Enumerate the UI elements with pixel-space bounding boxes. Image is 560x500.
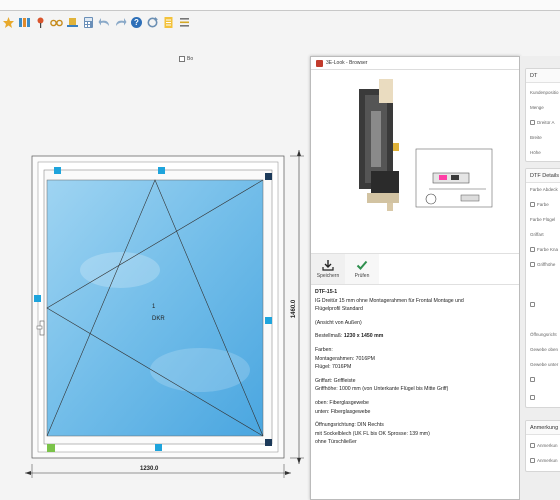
handle-field[interactable]: Griffart: [530, 232, 544, 237]
marker-bottom-left: [47, 444, 55, 452]
window-drawing[interactable]: 1230.0 1460.0 1 DKR: [0, 140, 310, 500]
checkbox-box[interactable]: [530, 247, 535, 252]
app-logo-icon: [316, 59, 323, 67]
checkbox-box[interactable]: [530, 120, 535, 125]
marker-bottom-right: [265, 439, 272, 446]
view-note: (Ansicht von Außen): [315, 319, 362, 326]
checkbox-box[interactable]: [530, 443, 535, 448]
marker-bottom-middle: [155, 444, 162, 451]
marker-top-right: [265, 173, 272, 180]
browser-actions: Speichern Prüfen: [311, 253, 519, 285]
dtf-header: DTF Details: [526, 169, 560, 183]
handle-height-checkbox[interactable]: Griffhöhe: [530, 262, 555, 267]
extra-checkbox-2[interactable]: [530, 377, 535, 382]
save-button[interactable]: Speichern: [311, 254, 345, 284]
checkbox-box[interactable]: [530, 395, 535, 400]
product-image: [359, 79, 493, 211]
extra-checkbox-3[interactable]: [530, 395, 535, 400]
download-icon: [322, 260, 334, 271]
handle-height: Griffhöhe: 1000 mm (von Unterkante Flüge…: [315, 386, 449, 393]
checkbox-box[interactable]: [530, 377, 535, 382]
mesh-top-field[interactable]: Gewebe oben: [530, 347, 558, 352]
mesh-bottom: unten: Fiberglasgewebe: [315, 408, 371, 415]
note-checkbox-2[interactable]: Anmerkun: [530, 458, 558, 463]
checkbox-box[interactable]: [530, 458, 535, 463]
checkmark-icon: [356, 260, 368, 270]
mesh-top: oben: Fiberglasgewebe: [315, 399, 369, 406]
redo-icon[interactable]: [114, 16, 127, 29]
height-field[interactable]: Höhe: [530, 150, 541, 155]
checkbox-box[interactable]: [530, 202, 535, 207]
browser-panel: 3E-Look - Browser Speichern Prüfen DTF-1…: [310, 56, 520, 500]
browser-title: 3E-Look - Browser: [326, 60, 368, 66]
color-checkbox[interactable]: Farbe: [530, 202, 549, 207]
checkbox-box[interactable]: [179, 56, 185, 62]
colors-sash: Flügel: 7016PM: [315, 364, 352, 371]
help-icon[interactable]: ?: [130, 16, 143, 29]
quantity-field[interactable]: Menge: [530, 105, 544, 110]
color-cover-field[interactable]: Farbe Abdeck: [530, 187, 558, 192]
order-size-label: Bestellmaß:: [315, 333, 344, 340]
width-field[interactable]: Breite: [530, 135, 542, 140]
mesh-bottom-field[interactable]: Gewebe unter: [530, 362, 558, 367]
opening-direction: Öffnungsrichtung: DIN Rechts: [315, 422, 384, 429]
colors-frame: Montagerahmen: 7016PM: [315, 355, 375, 362]
plinth-note: mit Sockelblech (UK FL bis OK Sprosse: 1…: [315, 430, 430, 437]
notes-card: Anmerkung Anmerkun Anmerkun: [525, 420, 560, 472]
glass-reflection: [80, 252, 160, 288]
title-bar: [0, 0, 560, 11]
check-label: Prüfen: [354, 273, 370, 279]
opening-field[interactable]: Öffnungsricht: [530, 332, 557, 337]
dt-header: DT: [526, 69, 560, 83]
product-line-1: IG Dreitür 15 mm ohne Montagerahmen für …: [315, 297, 464, 304]
order-size-value: 1230 x 1450 mm: [343, 333, 384, 340]
color-sash-field[interactable]: Farbe Flügel: [530, 217, 555, 222]
product-code: DTF-15-1: [315, 289, 338, 295]
document-icon[interactable]: [162, 16, 175, 29]
hat-icon[interactable]: [66, 16, 79, 29]
save-label: Speichern: [316, 273, 340, 279]
undo-icon[interactable]: [98, 16, 111, 29]
calculator-icon[interactable]: [82, 16, 95, 29]
list-icon[interactable]: [178, 16, 191, 29]
checkbox-box[interactable]: [530, 262, 535, 267]
glasses-icon[interactable]: [50, 16, 63, 29]
color-handle-checkbox[interactable]: Farbe Kna: [530, 247, 558, 252]
svg-text:?: ?: [134, 18, 139, 27]
checkbox-box[interactable]: [530, 302, 535, 307]
doorstop-checkbox[interactable]: Dreitür A: [530, 120, 555, 125]
pin-icon[interactable]: [34, 16, 47, 29]
notes-header: Anmerkung: [526, 421, 560, 435]
width-label: 1230.0: [140, 466, 159, 472]
dtf-details-card: DTF Details Farbe Abdeck Farbe Farbe Flü…: [525, 168, 560, 408]
checkbox-label: Bo: [187, 56, 194, 62]
order-size: Bestellmaß: 1230 x 1450 mm: [315, 332, 515, 341]
height-label: 1460.0: [291, 299, 298, 319]
main-toolbar: ?: [0, 12, 200, 32]
colors-heading: Farben:: [315, 346, 333, 353]
note-checkbox-1[interactable]: Anmerkun: [530, 443, 558, 448]
sash-number: 1: [152, 304, 156, 310]
marker-top-left: [54, 167, 61, 174]
sash-type: DKR: [152, 316, 165, 322]
customer-position-field[interactable]: Kundenpositio: [530, 90, 559, 95]
product-line-2: Flügelprofil Standard: [315, 306, 363, 313]
star-icon[interactable]: [2, 16, 15, 29]
closer-note: ohne Türschließer: [315, 439, 357, 446]
browser-title-bar: 3E-Look - Browser: [311, 57, 519, 70]
marker-right-middle: [265, 317, 272, 324]
refresh-icon[interactable]: [146, 16, 159, 29]
marker-left-middle: [34, 295, 41, 302]
handle-type: Griffart: Griffleiste: [315, 377, 356, 384]
bo-checkbox[interactable]: Bo: [179, 56, 193, 62]
product-description: DTF-15-1 IG Dreitür 15 mm ohne Montagera…: [315, 288, 515, 447]
product-image-area: [311, 71, 519, 253]
right-properties-panel: DT Kundenpositio Menge Dreitür A Breite …: [520, 56, 560, 500]
check-button[interactable]: Prüfen: [345, 254, 379, 284]
dt-card: DT Kundenpositio Menge Dreitür A Breite …: [525, 68, 560, 162]
marker-top-middle: [158, 167, 165, 174]
frame-icon[interactable]: [18, 16, 31, 29]
extra-checkbox-1[interactable]: [530, 302, 535, 307]
